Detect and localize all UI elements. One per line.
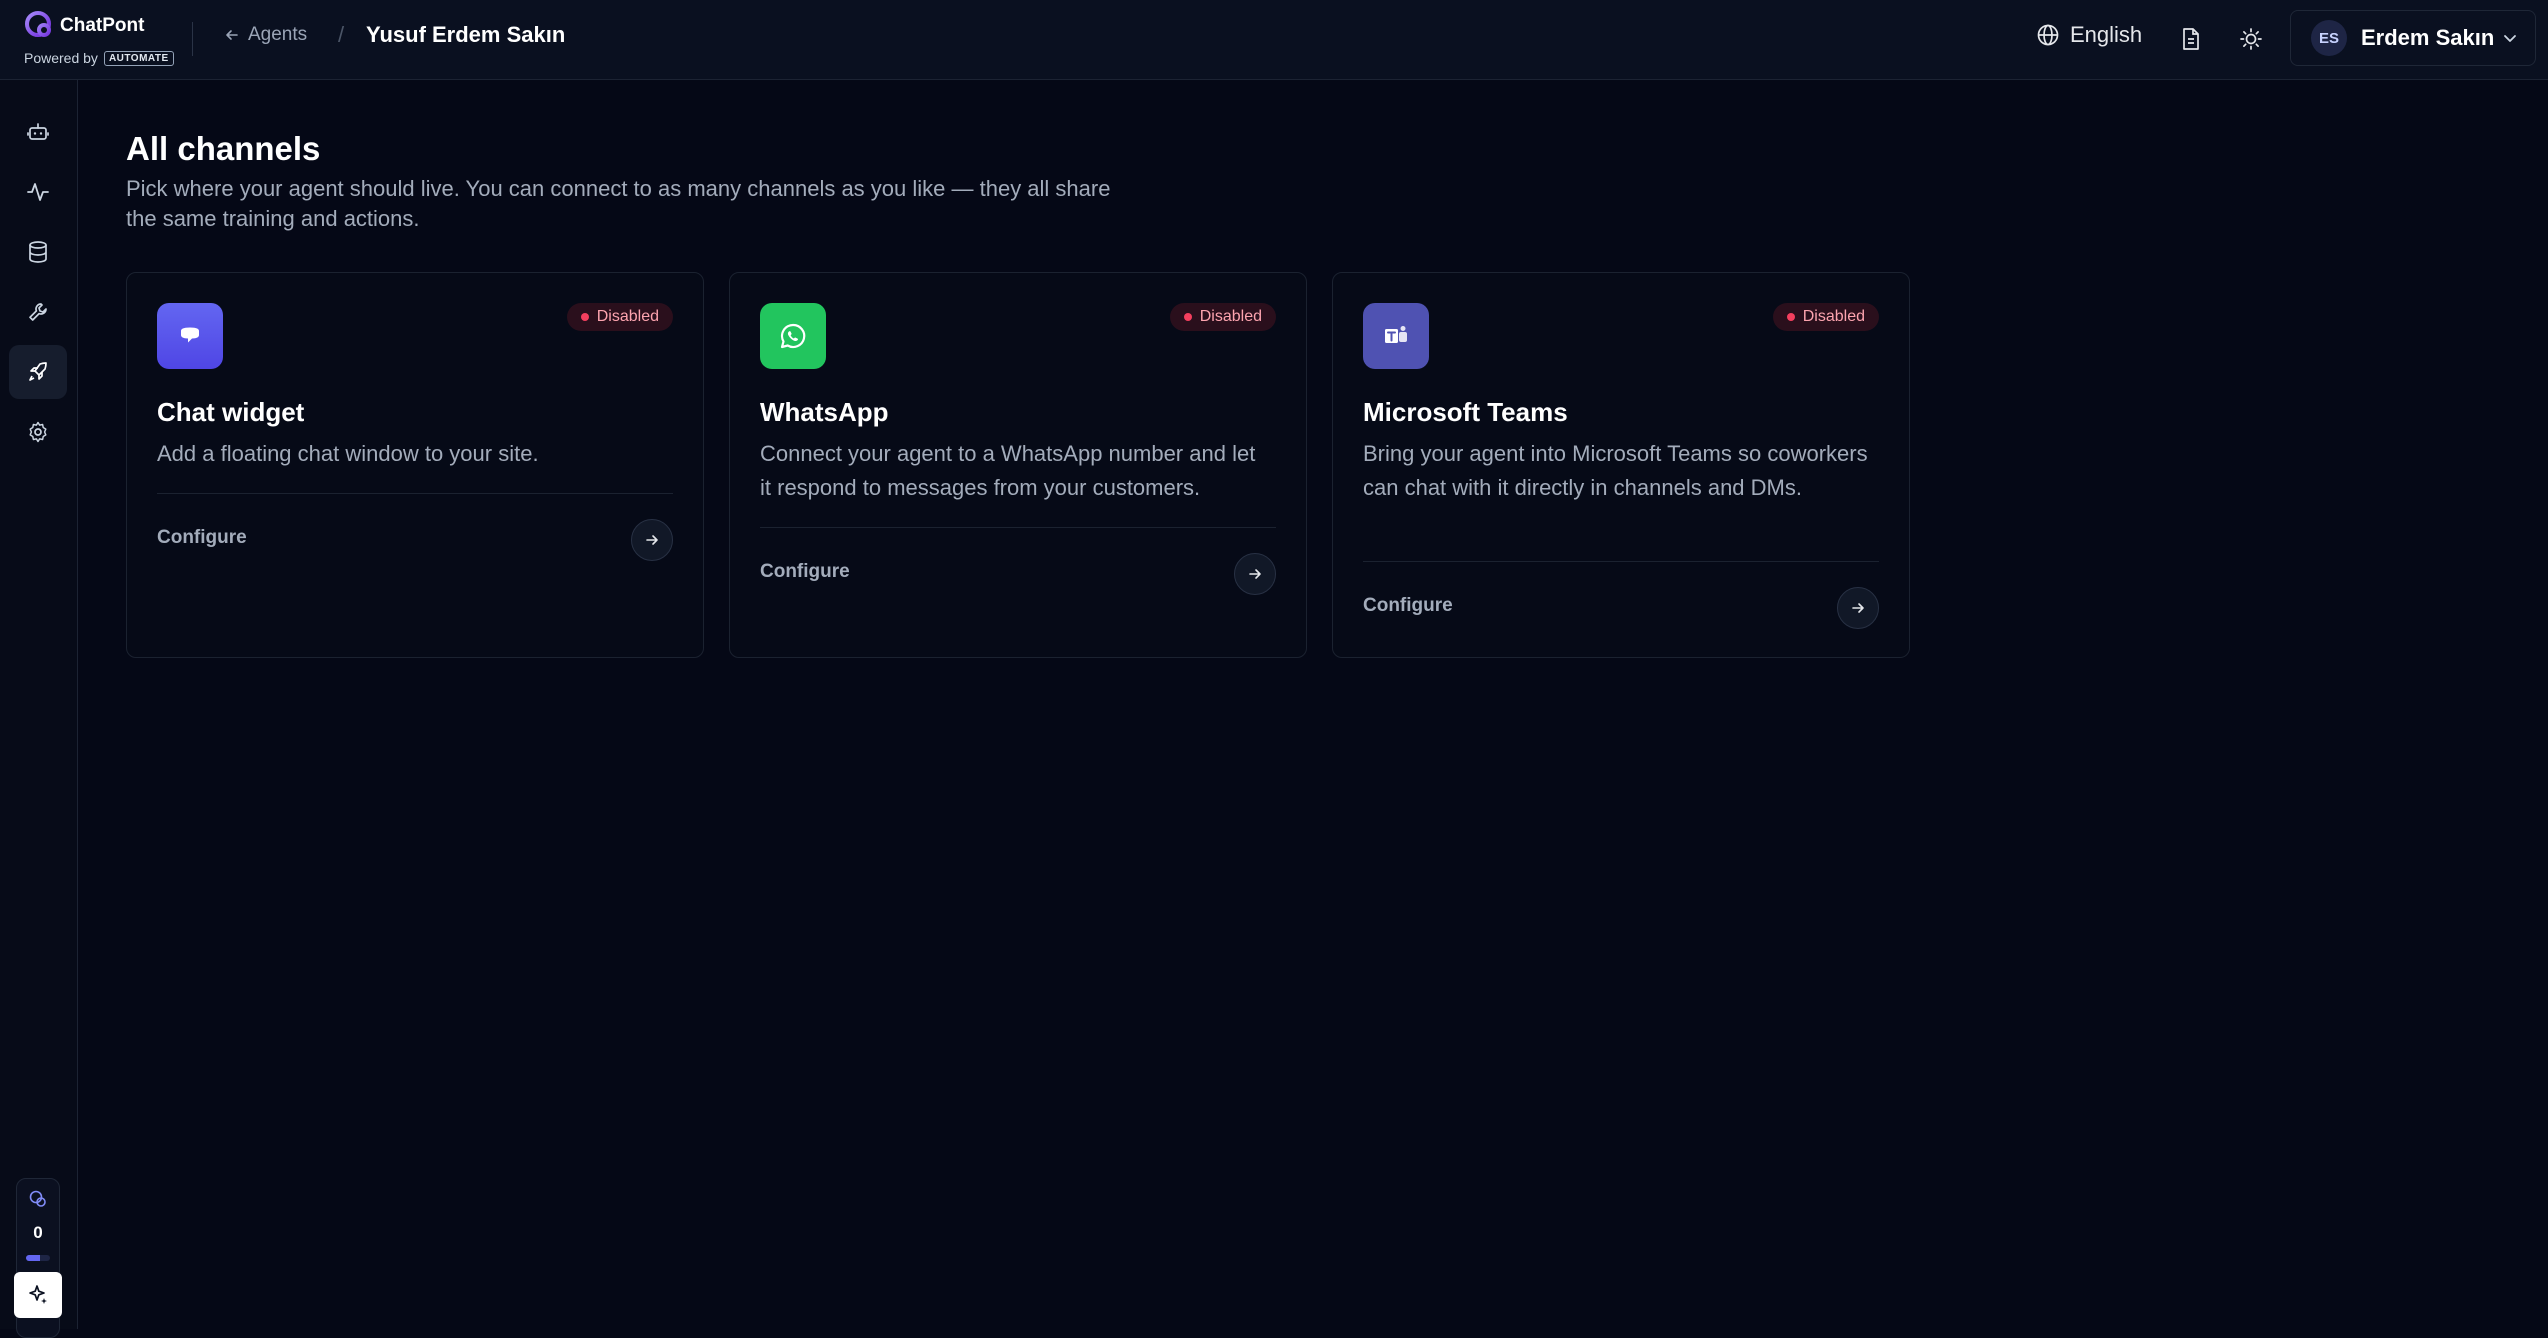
user-menu[interactable]: ES Erdem Sakın <box>2290 10 2536 66</box>
channel-title: WhatsApp <box>760 397 889 427</box>
ai-assistant-button[interactable] <box>14 1272 62 1318</box>
card-divider <box>157 493 673 494</box>
status-dot <box>1786 313 1795 321</box>
language-selector[interactable]: English <box>2036 22 2142 48</box>
database-icon <box>29 241 47 263</box>
gear-icon <box>29 421 47 443</box>
theme-toggle-button[interactable] <box>2236 24 2266 54</box>
chevron-down-icon <box>2504 35 2516 42</box>
back-to-agents-link[interactable]: Agents <box>224 24 307 46</box>
automate-logo: AUTOMATE <box>103 50 174 66</box>
rocket-icon <box>29 362 47 381</box>
chat-widget-tile <box>157 303 223 369</box>
chat-bubble-icon <box>181 327 199 343</box>
sidebar-nav: 0 <box>0 80 78 1338</box>
page-description: Pick where your agent should live. You c… <box>126 176 1111 231</box>
sidebar-item-data[interactable] <box>9 225 67 279</box>
configure-arrow-button[interactable] <box>1234 553 1276 595</box>
channel-card-microsoft-teams[interactable]: Disabled Microsoft Teams Bring your agen… <box>1332 272 1910 658</box>
wrench-icon <box>29 303 47 321</box>
status-badge: Disabled <box>1169 303 1276 331</box>
card-divider <box>1363 561 1879 562</box>
status-label: Disabled <box>596 308 659 325</box>
channel-description: Bring your agent into Microsoft Teams so… <box>1363 441 1868 500</box>
brand-name: ChatPont <box>60 15 145 36</box>
channel-description: Add a floating chat window to your site. <box>157 441 539 466</box>
teams-icon <box>1385 326 1407 343</box>
channel-title: Microsoft Teams <box>1363 397 1568 427</box>
breadcrumb-separator: / <box>338 22 345 47</box>
user-name: Erdem Sakın <box>2361 25 2495 50</box>
card-divider <box>760 527 1276 528</box>
bot-icon <box>27 123 49 140</box>
usage-progress-fill <box>26 1255 41 1261</box>
credits-icon <box>29 1190 46 1207</box>
arrow-right-icon <box>1249 569 1261 579</box>
usage-count: 0 <box>33 1223 43 1242</box>
sidebar-item-tools[interactable] <box>9 285 67 339</box>
channel-description: Connect your agent to a WhatsApp number … <box>760 441 1256 500</box>
configure-arrow-button[interactable] <box>1837 587 1879 629</box>
page-title: All channels <box>126 130 321 167</box>
powered-by: Powered by AUTOMATE <box>24 50 174 66</box>
usage-progress-bar <box>26 1255 50 1261</box>
sun-icon <box>2240 28 2262 50</box>
breadcrumb-current-agent: Yusuf Erdem Sakın <box>366 22 566 47</box>
status-badge: Disabled <box>1772 303 1879 331</box>
sidebar-item-agent[interactable] <box>9 105 67 159</box>
whatsapp-icon <box>780 323 806 349</box>
configure-button[interactable]: Configure <box>1363 595 1453 617</box>
configure-arrow-button[interactable] <box>631 519 673 561</box>
channel-card-chat-widget[interactable]: Disabled Chat widget Add a floating chat… <box>126 272 704 658</box>
channel-title: Chat widget <box>157 397 305 427</box>
arrow-right-icon <box>646 535 658 545</box>
header-divider <box>192 22 193 56</box>
globe-icon <box>2037 24 2059 46</box>
sidebar-item-deploy[interactable] <box>9 345 67 399</box>
configure-button[interactable]: Configure <box>760 561 850 583</box>
back-link-label: Agents <box>248 24 308 45</box>
teams-tile <box>1363 303 1429 369</box>
channel-card-whatsapp[interactable]: Disabled WhatsApp Connect your agent to … <box>729 272 1307 658</box>
language-label: English <box>2070 22 2143 47</box>
chatpont-logo-icon <box>25 11 51 37</box>
status-badge: Disabled <box>566 303 673 331</box>
sparkle-icon <box>29 1285 47 1304</box>
status-dot <box>1183 313 1192 321</box>
status-label: Disabled <box>1802 308 1865 325</box>
docs-button[interactable] <box>2176 24 2206 54</box>
avatar: ES <box>2311 20 2347 56</box>
document-icon <box>2183 28 2199 50</box>
arrow-left-icon <box>226 30 238 40</box>
sidebar-item-activity[interactable] <box>9 165 67 219</box>
activity-icon <box>27 183 49 201</box>
powered-by-label: Powered by <box>24 50 98 66</box>
status-label: Disabled <box>1199 308 1262 325</box>
sidebar-item-settings[interactable] <box>9 405 67 459</box>
status-dot <box>580 313 589 321</box>
top-header: ChatPont Powered by AUTOMATE Agents / Yu… <box>0 0 2548 80</box>
arrow-right-icon <box>1852 603 1864 613</box>
brand[interactable]: ChatPont Powered by AUTOMATE <box>24 10 174 66</box>
configure-button[interactable]: Configure <box>157 527 247 549</box>
whatsapp-tile <box>760 303 826 369</box>
